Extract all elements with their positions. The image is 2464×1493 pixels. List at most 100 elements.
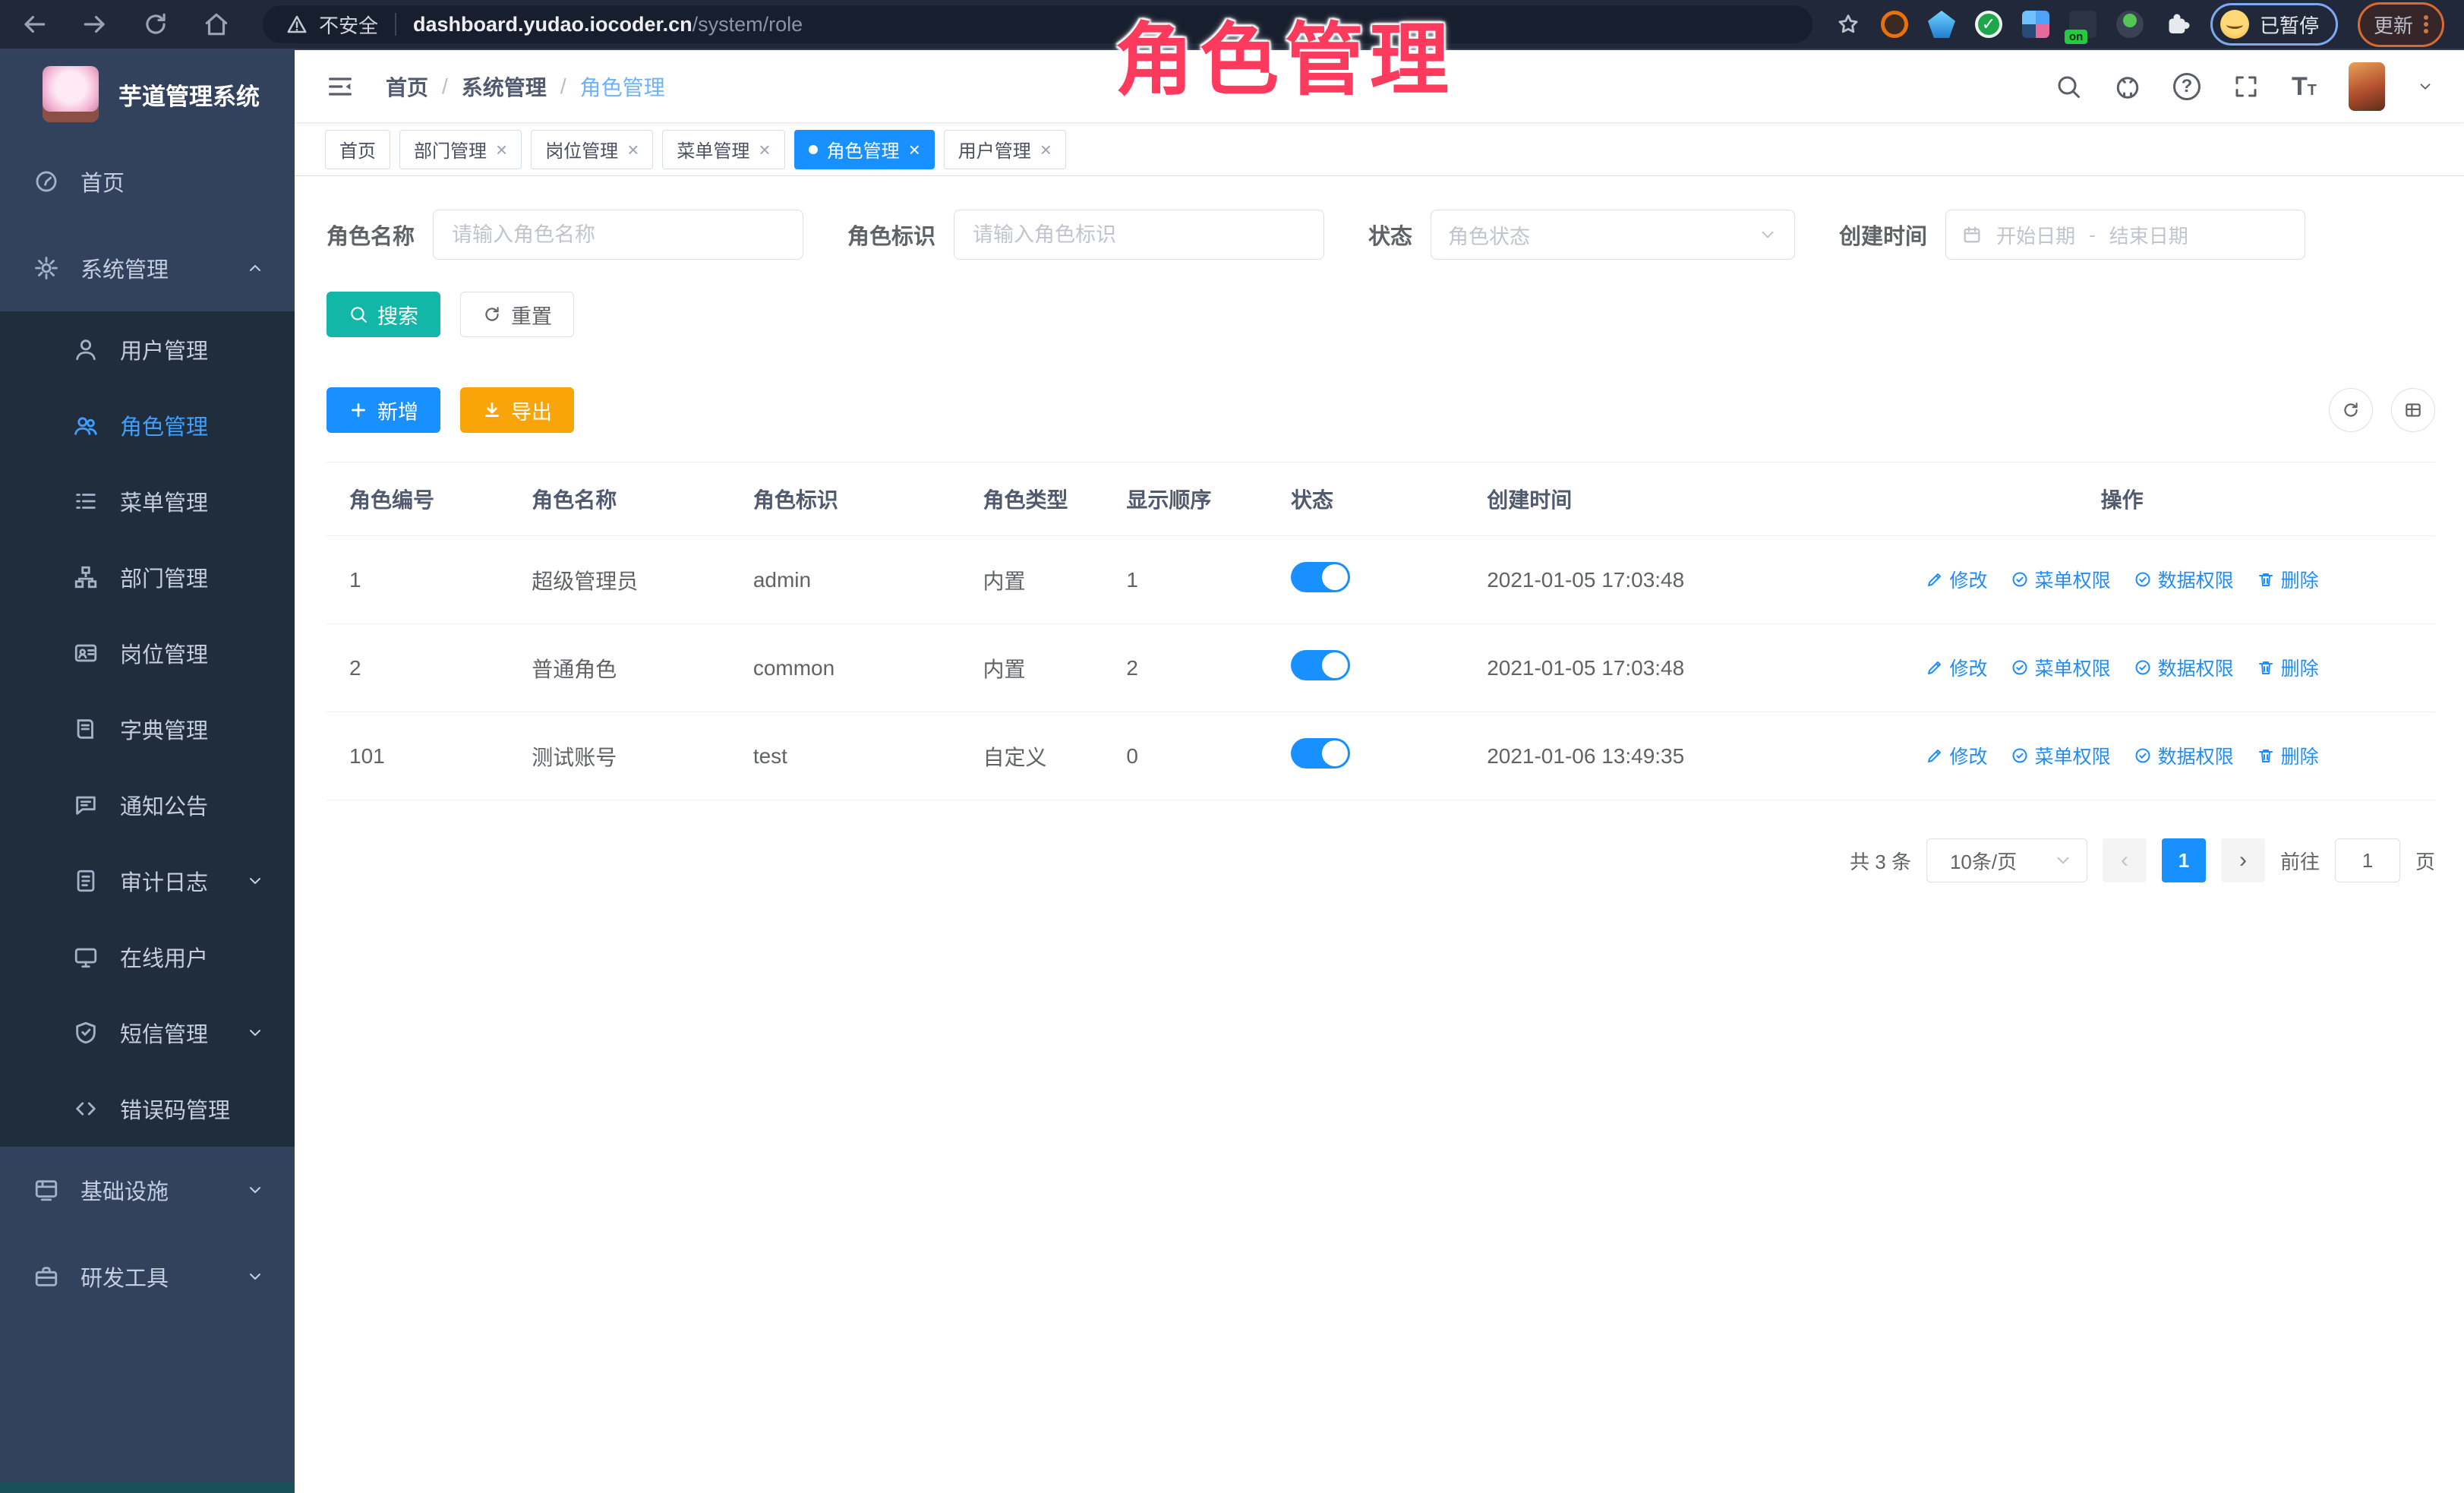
extension-green-dot-icon[interactable] bbox=[2116, 11, 2144, 38]
menu-permission-link[interactable]: 菜单权限 bbox=[2011, 566, 2111, 593]
close-icon[interactable]: × bbox=[1040, 140, 1052, 159]
browser-update-button[interactable]: 更新 bbox=[2358, 2, 2444, 47]
browser-reload-icon[interactable] bbox=[141, 10, 170, 39]
menu-permission-link[interactable]: 菜单权限 bbox=[2011, 742, 2111, 769]
end-date-placeholder: 结束日期 bbox=[2109, 221, 2188, 249]
status-label: 状态 bbox=[1368, 219, 1412, 251]
breadcrumb-home[interactable]: 首页 bbox=[386, 71, 428, 102]
prev-page-button[interactable]: ‹ bbox=[2103, 838, 2147, 882]
delete-link[interactable]: 删除 bbox=[2257, 742, 2319, 769]
sidebar-item-error-codes[interactable]: 错误码管理 bbox=[0, 1071, 295, 1147]
extension-blue-icon[interactable] bbox=[1928, 11, 1955, 38]
menu-permission-link[interactable]: 菜单权限 bbox=[2011, 654, 2111, 681]
browser-menu-dots-icon[interactable] bbox=[2424, 13, 2428, 36]
sidebar-item-online-users[interactable]: 在线用户 bbox=[0, 919, 295, 995]
close-icon[interactable]: × bbox=[496, 140, 507, 159]
breadcrumb-separator: / bbox=[442, 74, 448, 99]
browser-home-icon[interactable] bbox=[202, 10, 231, 39]
toggle-columns-button[interactable] bbox=[2391, 388, 2435, 432]
font-size-icon[interactable]: TT bbox=[2292, 74, 2317, 99]
extension-switch-icon[interactable]: on bbox=[2069, 11, 2096, 38]
edit-link[interactable]: 修改 bbox=[1926, 654, 1988, 681]
goto-page-input[interactable] bbox=[2335, 838, 2400, 882]
app-logo-row[interactable]: 芋道管理系统 bbox=[0, 50, 295, 138]
avatar-caret-icon[interactable] bbox=[2417, 78, 2434, 95]
sidebar-item-notices[interactable]: 通知公告 bbox=[0, 767, 295, 843]
pagination: 共 3 条 10条/页 ‹ 1 › 前往 页 bbox=[327, 838, 2435, 882]
not-secure-icon[interactable] bbox=[286, 13, 308, 36]
edit-link[interactable]: 修改 bbox=[1926, 566, 1988, 593]
refresh-table-button[interactable] bbox=[2329, 388, 2373, 432]
fullscreen-icon[interactable] bbox=[2232, 73, 2260, 100]
profile-paused-pill[interactable]: 已暂停 bbox=[2210, 3, 2338, 46]
browser-back-icon[interactable] bbox=[20, 10, 49, 39]
sidebar-item-dev-tools[interactable]: 研发工具 bbox=[0, 1233, 295, 1320]
status-select[interactable]: 角色状态 bbox=[1431, 210, 1795, 260]
status-toggle[interactable] bbox=[1291, 738, 1350, 769]
sidebar-item-users[interactable]: 用户管理 bbox=[0, 311, 295, 387]
cell-role-id: 101 bbox=[327, 712, 522, 800]
data-permission-link[interactable]: 数据权限 bbox=[2134, 566, 2234, 593]
browser-forward-icon[interactable] bbox=[80, 10, 109, 39]
page-content: 角色名称 角色标识 状态 角色状态 创建时间 开始日期 - 结束日期 bbox=[295, 176, 2464, 882]
extension-green-check-icon[interactable]: ✓ bbox=[1975, 11, 2002, 38]
sidebar-item-label: 部门管理 bbox=[120, 561, 208, 593]
col-role-name: 角色名称 bbox=[522, 462, 744, 536]
role-key-input[interactable] bbox=[954, 210, 1324, 260]
next-page-button[interactable]: › bbox=[2221, 838, 2265, 882]
sidebar-item-departments[interactable]: 部门管理 bbox=[0, 539, 295, 615]
data-permission-link[interactable]: 数据权限 bbox=[2134, 654, 2234, 681]
extension-orange-icon[interactable] bbox=[1881, 11, 1908, 38]
status-toggle[interactable] bbox=[1291, 650, 1350, 680]
monitor-icon bbox=[73, 944, 99, 970]
create-time-range-picker[interactable]: 开始日期 - 结束日期 bbox=[1945, 210, 2305, 260]
cell-order: 0 bbox=[1117, 712, 1282, 800]
paused-label: 已暂停 bbox=[2260, 11, 2319, 39]
status-toggle[interactable] bbox=[1291, 562, 1350, 592]
extensions-puzzle-icon[interactable] bbox=[2163, 11, 2191, 38]
github-icon[interactable] bbox=[2114, 73, 2141, 100]
sidebar-item-dictionary[interactable]: 字典管理 bbox=[0, 691, 295, 767]
download-icon bbox=[482, 400, 502, 420]
sidebar-item-roles[interactable]: 角色管理 bbox=[0, 387, 295, 463]
role-name-input[interactable] bbox=[433, 210, 803, 260]
edit-link[interactable]: 修改 bbox=[1926, 742, 1988, 769]
address-bar[interactable]: 不安全 dashboard.yudao.iocoder.cn /system/r… bbox=[263, 5, 1813, 43]
breadcrumb-system[interactable]: 系统管理 bbox=[462, 71, 547, 102]
sidebar-item-system[interactable]: 系统管理 bbox=[0, 225, 295, 311]
close-icon[interactable]: × bbox=[627, 140, 639, 159]
delete-link[interactable]: 删除 bbox=[2257, 654, 2319, 681]
extension-grid-icon[interactable] bbox=[2022, 11, 2049, 38]
sidebar-item-home[interactable]: 首页 bbox=[0, 138, 295, 225]
bookmark-star-icon[interactable] bbox=[1835, 11, 1861, 37]
sidebar-submenu-system: 用户管理 角色管理 菜单管理 部门管理 bbox=[0, 311, 295, 1147]
sidebar-item-positions[interactable]: 岗位管理 bbox=[0, 615, 295, 691]
tab-menus[interactable]: 菜单管理× bbox=[662, 130, 784, 169]
tab-home[interactable]: 首页 bbox=[325, 130, 390, 169]
range-separator: - bbox=[2089, 223, 2096, 247]
help-icon[interactable]: ? bbox=[2173, 73, 2201, 100]
search-button[interactable]: 搜索 bbox=[327, 292, 440, 337]
tab-users[interactable]: 用户管理× bbox=[944, 130, 1066, 169]
tab-roles[interactable]: 角色管理× bbox=[794, 130, 935, 169]
sidebar-item-infrastructure[interactable]: 基础设施 bbox=[0, 1147, 295, 1233]
tab-positions[interactable]: 岗位管理× bbox=[531, 130, 653, 169]
export-button[interactable]: 导出 bbox=[460, 387, 574, 433]
close-icon[interactable]: × bbox=[909, 140, 920, 159]
reset-button[interactable]: 重置 bbox=[460, 292, 574, 337]
close-icon[interactable]: × bbox=[759, 140, 770, 159]
sidebar-item-sms[interactable]: 短信管理 bbox=[0, 995, 295, 1071]
user-avatar[interactable] bbox=[2349, 62, 2385, 111]
page-size-select[interactable]: 10条/页 bbox=[1926, 838, 2087, 882]
users-icon bbox=[73, 412, 99, 438]
search-icon[interactable] bbox=[2055, 73, 2082, 100]
delete-link[interactable]: 删除 bbox=[2257, 566, 2319, 593]
add-button[interactable]: 新增 bbox=[327, 387, 440, 433]
collapse-sidebar-icon[interactable] bbox=[325, 71, 355, 102]
tab-departments[interactable]: 部门管理× bbox=[399, 130, 522, 169]
sidebar-item-audit-log[interactable]: 审计日志 bbox=[0, 843, 295, 919]
data-permission-link[interactable]: 数据权限 bbox=[2134, 742, 2234, 769]
sidebar-item-label: 通知公告 bbox=[120, 789, 208, 821]
page-1-button[interactable]: 1 bbox=[2162, 838, 2206, 882]
sidebar-item-menus[interactable]: 菜单管理 bbox=[0, 463, 295, 539]
